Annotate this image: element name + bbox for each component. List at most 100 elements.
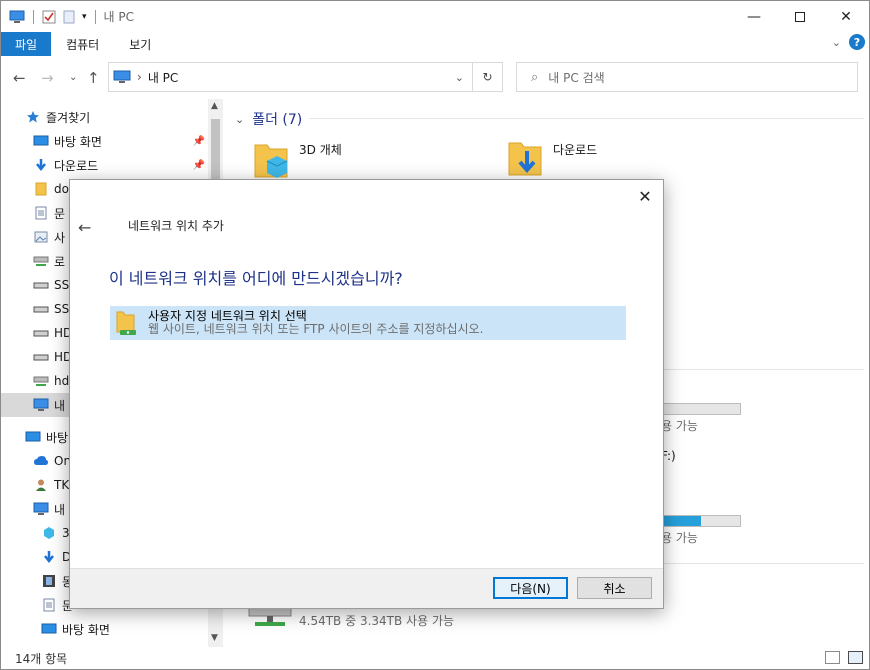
breadcrumb[interactable]: 내 PC (148, 69, 178, 86)
user-icon (33, 477, 49, 493)
dialog-heading: 이 네트워크 위치를 어디에 만드시겠습니까? (109, 269, 403, 288)
tab-view[interactable]: 보기 (114, 32, 166, 56)
drive-usage-text: 4.54TB 중 3.34TB 사용 가능 (299, 614, 455, 628)
next-button[interactable]: 다음(N) (493, 577, 568, 599)
minimize-button[interactable]: — (731, 1, 777, 32)
sidebar-item-label: do (54, 182, 69, 196)
recent-locations-icon[interactable]: ⌄ (69, 72, 77, 83)
dialog-footer: 다음(N) 취소 (70, 568, 663, 608)
item-count: 14개 항목 (15, 651, 68, 666)
forward-icon[interactable]: → (41, 69, 54, 87)
sidebar-item-label: 바탕 (46, 430, 69, 445)
close-icon: ✕ (840, 8, 852, 25)
cancel-button[interactable]: 취소 (577, 577, 652, 599)
toolbar-separator (33, 9, 34, 24)
sidebar-item-label: 로 (54, 254, 66, 269)
breadcrumb-chevron-icon: › (137, 70, 142, 84)
sidebar-item-label: 바탕 화면 (54, 134, 102, 149)
properties-icon[interactable] (42, 10, 56, 24)
search-icon: ⌕ (531, 69, 539, 85)
search-input[interactable]: ⌕ 내 PC 검색 (516, 62, 858, 92)
scroll-up-icon[interactable]: ▲ (211, 101, 218, 111)
window-title: 내 PC (103, 10, 135, 24)
sidebar-item-label: TK (54, 478, 70, 492)
sidebar-item-label: SS (54, 302, 70, 316)
chevron-down-icon: ⌄ (235, 112, 245, 126)
folder-item[interactable]: 3D 개체 (253, 137, 342, 181)
document-icon (33, 205, 49, 221)
drive-usage-bar (661, 403, 741, 415)
view-switcher (825, 651, 863, 664)
address-row: ← → ⌄ ↑ › 내 PC ⌄ ↻ ⌕ 내 PC 검색 (1, 57, 869, 97)
desktop-icon (41, 621, 57, 637)
drive-icon (33, 301, 49, 317)
folder-label: 3D 개체 (299, 143, 342, 157)
toolbar-separator (94, 9, 96, 24)
add-network-location-dialog: ✕ ← 네트워크 위치 추가 이 네트워크 위치를 어디에 만드시겠습니까? 사… (69, 179, 664, 609)
refresh-button[interactable]: ↻ (473, 62, 503, 92)
pc-icon (113, 70, 131, 83)
sidebar-item-label: 문 (54, 206, 66, 221)
maximize-button[interactable] (777, 1, 823, 32)
large-icons-view-icon[interactable] (848, 651, 863, 664)
folder-label: 다운로드 (553, 143, 598, 157)
customize-toolbar-icon[interactable]: ▾ (82, 12, 87, 22)
tab-file[interactable]: 파일 (1, 32, 52, 56)
sidebar-item[interactable]: 바탕 화면 (1, 617, 209, 641)
up-icon[interactable]: ↑ (87, 69, 100, 87)
cube-icon (254, 144, 288, 178)
drive-icon (33, 277, 49, 293)
sidebar-item-label: 즐겨찾기 (46, 110, 91, 125)
download-icon (33, 157, 49, 173)
picture-icon (33, 229, 49, 245)
folder-item[interactable]: 다운로드 (507, 137, 597, 181)
sidebar-item-label: 다운로드 (54, 158, 99, 173)
pc-icon (33, 501, 49, 517)
group-label: 폴더 (7) (252, 112, 303, 128)
explorer-window: ▾ 내 PC — ✕ 파일 컴퓨터 보기 ⌄ ? ← → ⌄ ↑ › 내 PC … (0, 0, 870, 670)
drive-usage-text: 용 가능 (661, 419, 698, 433)
details-view-icon[interactable] (825, 651, 840, 664)
back-icon[interactable]: ← (13, 69, 26, 87)
drive-usage-text: 용 가능 (661, 531, 698, 545)
expand-ribbon-icon[interactable]: ⌄ (832, 36, 841, 49)
desktop-icon (33, 133, 49, 149)
new-folder-icon[interactable] (62, 10, 76, 24)
network-drive-icon (33, 373, 49, 389)
search-placeholder: 내 PC 검색 (548, 70, 605, 85)
download-icon (41, 549, 57, 565)
close-icon: ✕ (638, 186, 652, 206)
tab-computer[interactable]: 컴퓨터 (51, 32, 114, 56)
section-divider (659, 369, 864, 370)
refresh-icon: ↻ (482, 70, 493, 84)
dialog-close-button[interactable]: ✕ (635, 186, 655, 206)
cloud-icon (33, 453, 49, 469)
sidebar-item-label: 내 (54, 398, 66, 413)
option-text: 사용자 지정 네트워크 위치 선택 웹 사이트, 네트워크 위치 또는 FTP … (148, 310, 483, 336)
network-drive-icon (33, 253, 49, 269)
sidebar-item-label: SS (54, 278, 70, 292)
custom-network-location-option[interactable]: 사용자 지정 네트워크 위치 선택 웹 사이트, 네트워크 위치 또는 FTP … (110, 306, 626, 340)
sidebar-item[interactable]: 즐겨찾기 (1, 105, 209, 129)
dialog-back-icon[interactable]: ← (78, 218, 91, 237)
drive-icon (33, 349, 49, 365)
close-button[interactable]: ✕ (823, 1, 869, 32)
address-bar[interactable]: › 내 PC ⌄ (108, 62, 473, 92)
folders-group-header[interactable]: ⌄ 폴더 (7) (235, 109, 302, 129)
title-bar: ▾ 내 PC — ✕ (1, 1, 869, 32)
option-description: 웹 사이트, 네트워크 위치 또는 FTP 사이트의 주소를 지정하십시오. (148, 322, 484, 336)
star-icon (25, 109, 41, 125)
group-divider (309, 118, 864, 119)
address-dropdown-icon[interactable]: ⌄ (455, 71, 464, 84)
network-folder-icon (116, 311, 136, 335)
sidebar-item[interactable]: 바탕 화면 📌 (1, 129, 209, 153)
scroll-down-icon[interactable]: ▼ (211, 633, 218, 643)
sidebar-item-label: 사 (54, 230, 66, 245)
sidebar-item[interactable]: 다운로드 📌 (1, 153, 209, 177)
quick-access-toolbar: ▾ (1, 9, 98, 24)
dialog-title: 네트워크 위치 추가 (128, 219, 224, 233)
window-controls: — ✕ (731, 1, 869, 32)
help-icon[interactable]: ? (849, 34, 865, 50)
pin-icon: 📌 (192, 135, 205, 147)
status-bar: 14개 항목 (1, 647, 869, 669)
